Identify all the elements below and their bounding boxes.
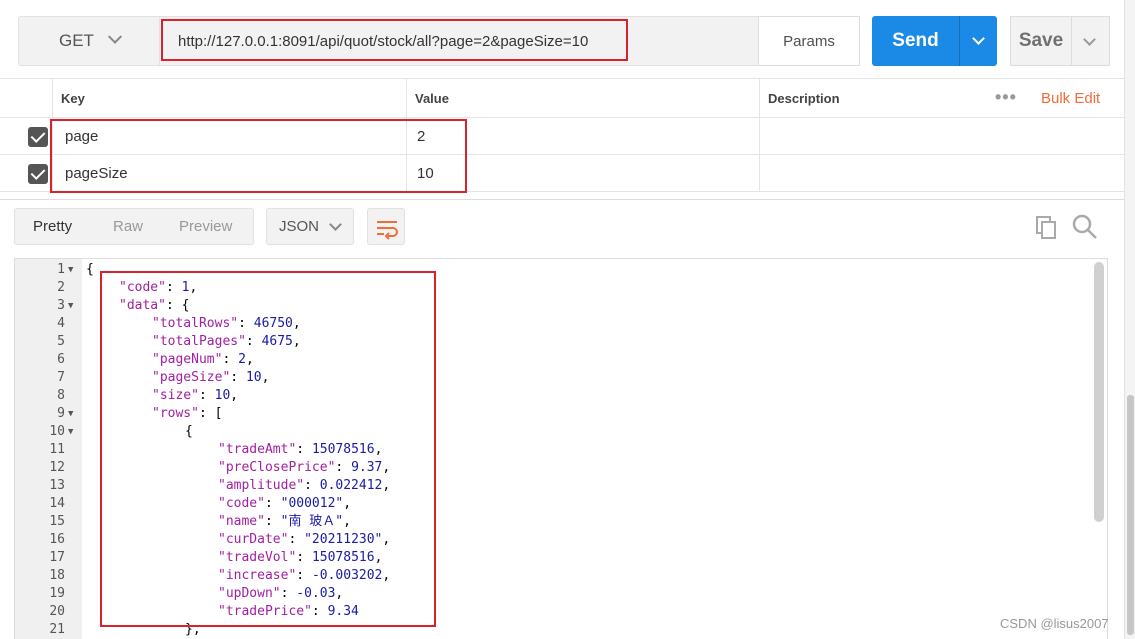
line-number: 4 xyxy=(57,316,65,331)
tab-preview[interactable]: Preview xyxy=(179,218,232,235)
wrap-icon xyxy=(377,221,398,240)
tab-pretty[interactable]: Pretty xyxy=(33,218,72,235)
format-label: JSON xyxy=(279,218,320,235)
save-button[interactable]: Save xyxy=(1010,16,1072,66)
send-button[interactable]: Send xyxy=(872,16,959,66)
page-scrollbar[interactable] xyxy=(1124,0,1135,639)
line-number: 8 xyxy=(57,388,65,403)
line-number: 6 xyxy=(57,352,65,367)
copy-icon[interactable] xyxy=(1034,214,1058,240)
send-options-button[interactable] xyxy=(959,16,997,66)
editor-scrollbar[interactable] xyxy=(1094,262,1104,522)
fold-toggle-icon[interactable]: ▼ xyxy=(68,405,73,423)
line-number: 2 xyxy=(57,280,65,295)
line-number: 19 xyxy=(49,586,65,601)
param-checkbox[interactable] xyxy=(28,127,48,147)
highlight-box-json xyxy=(100,271,436,627)
param-description[interactable] xyxy=(759,155,1124,191)
response-view-tabs: Pretty Raw Preview xyxy=(14,208,254,245)
line-number: 10 xyxy=(49,424,65,439)
format-select[interactable]: JSON xyxy=(266,208,354,245)
bulk-edit-link[interactable]: Bulk Edit xyxy=(1041,90,1100,107)
chevron-down-icon xyxy=(972,32,985,45)
params-table-header: Key Value Description ••• Bulk Edit xyxy=(0,78,1124,118)
header-value: Value xyxy=(406,79,759,117)
more-options-icon[interactable]: ••• xyxy=(995,87,1017,108)
line-number: 12 xyxy=(49,460,65,475)
line-number: 1 xyxy=(57,262,65,277)
line-number: 13 xyxy=(49,478,65,493)
request-bar: GET http://127.0.0.1:8091/api/quot/stock… xyxy=(0,0,1135,200)
line-number: 14 xyxy=(49,496,65,511)
highlight-box-url xyxy=(161,19,628,61)
search-icon[interactable] xyxy=(1071,213,1099,241)
line-number: 3 xyxy=(57,298,65,313)
method-select[interactable]: GET xyxy=(18,16,160,66)
fold-toggle-icon[interactable]: ▼ xyxy=(68,261,73,279)
wrap-lines-button[interactable] xyxy=(367,208,405,245)
watermark: CSDN @lisus2007 xyxy=(1000,616,1109,631)
line-number: 21 xyxy=(49,622,65,637)
params-button[interactable]: Params xyxy=(758,16,860,66)
method-label: GET xyxy=(59,31,94,50)
line-number: 5 xyxy=(57,334,65,349)
line-number: 11 xyxy=(49,442,65,457)
line-number: 17 xyxy=(49,550,65,565)
code-text: { xyxy=(86,262,94,277)
line-number: 20 xyxy=(49,604,65,619)
param-description[interactable] xyxy=(759,118,1124,154)
chevron-down-icon xyxy=(107,29,123,44)
header-key: Key xyxy=(52,79,406,117)
chevron-down-icon xyxy=(329,218,342,231)
chevron-down-icon xyxy=(1083,33,1096,46)
line-number: 15 xyxy=(49,514,65,529)
line-number: 16 xyxy=(49,532,65,547)
param-checkbox[interactable] xyxy=(28,164,48,184)
fold-toggle-icon[interactable]: ▼ xyxy=(68,297,73,315)
line-number: 9 xyxy=(57,406,65,421)
tab-raw[interactable]: Raw xyxy=(113,218,143,235)
fold-toggle-icon[interactable]: ▼ xyxy=(68,423,73,441)
scroll-thumb[interactable] xyxy=(1127,395,1134,635)
save-options-button[interactable] xyxy=(1072,16,1110,66)
line-number: 7 xyxy=(57,370,65,385)
highlight-box-params xyxy=(50,119,467,193)
line-number: 18 xyxy=(49,568,65,583)
